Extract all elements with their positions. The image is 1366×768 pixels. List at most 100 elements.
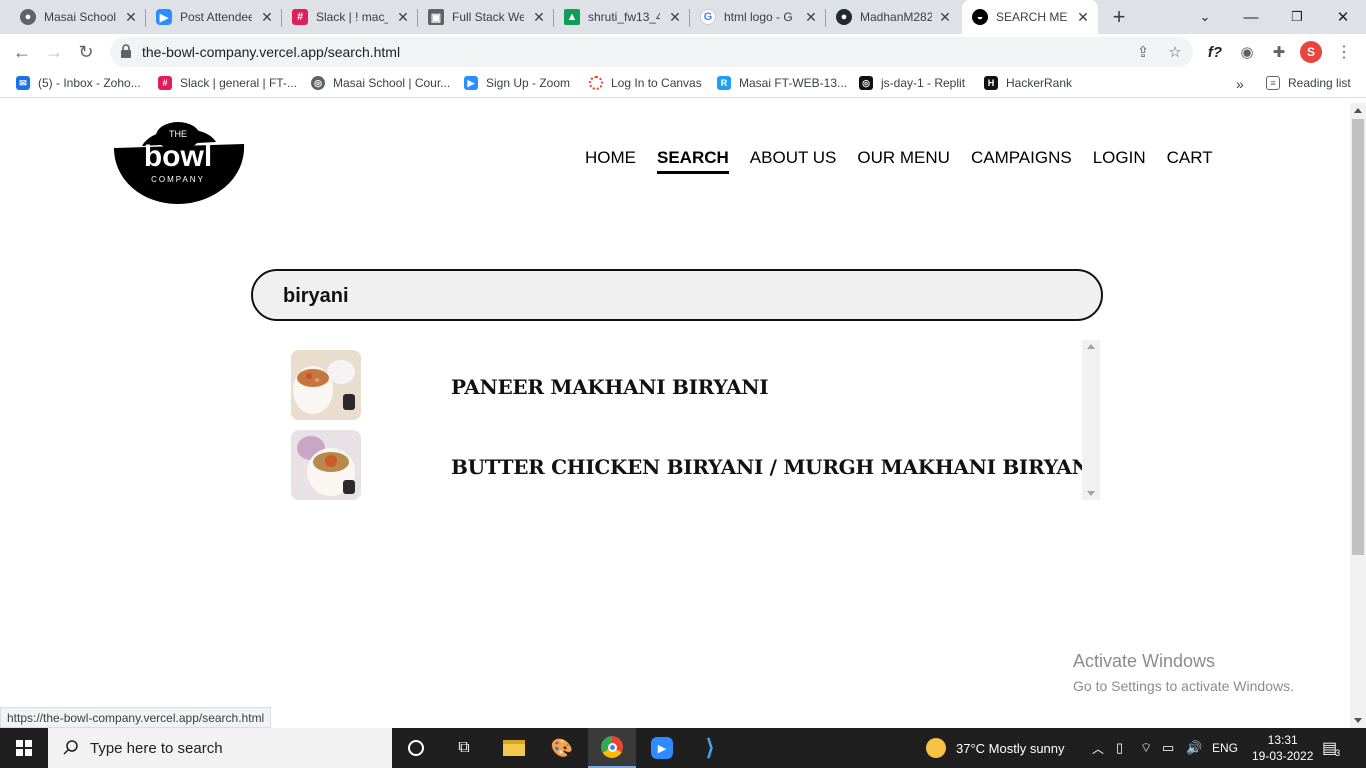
close-tab-icon[interactable]: ✕	[124, 10, 138, 24]
bookmark-star-icon[interactable]: ☆	[1164, 41, 1186, 63]
reload-button[interactable]: ↻	[72, 38, 100, 66]
tab-title: Post Attendee	[180, 10, 252, 24]
scrollbar-thumb[interactable]	[1352, 119, 1364, 555]
main-nav: HOME SEARCH ABOUT US OUR MENU CAMPAIGNS …	[585, 148, 1213, 174]
bookmark-label: Slack | general | FT-...	[180, 76, 297, 90]
zoom-icon: ▶	[464, 76, 478, 90]
search-input[interactable]	[283, 283, 1063, 309]
slack-icon: #	[158, 76, 172, 90]
logo-text-bottom: COMPANY	[151, 175, 205, 184]
search-box	[251, 269, 1103, 321]
cortana-icon[interactable]	[392, 728, 440, 768]
replit-icon: ◎	[859, 76, 873, 90]
extensions-puzzle-icon[interactable]: ✚	[1268, 41, 1290, 63]
weather-widget[interactable]: 37°C Mostly sunny	[926, 728, 1065, 768]
notification-center[interactable]: ▤ 3	[1322, 728, 1340, 768]
chrome-menu-icon[interactable]: ⋮	[1333, 41, 1355, 63]
network-icon[interactable]: ⌔	[1140, 728, 1152, 768]
masai-icon: ●	[20, 9, 36, 25]
nav-about-us[interactable]: ABOUT US	[750, 148, 837, 174]
github-icon: ●	[836, 9, 852, 25]
browser-tab[interactable]: ● MadhanM282 ✕	[826, 0, 960, 34]
restore-button[interactable]: ❐	[1274, 0, 1320, 34]
tab-title: Full Stack Web	[452, 10, 524, 24]
watermark-title: Activate Windows	[1073, 651, 1216, 671]
profile-avatar[interactable]: S	[1300, 41, 1322, 63]
minimize-button[interactable]: —	[1228, 0, 1274, 34]
browser-tab[interactable]: ▣ Full Stack Web ✕	[418, 0, 554, 34]
nav-search[interactable]: SEARCH	[657, 148, 729, 174]
meet-now-icon[interactable]: ▯	[1116, 728, 1123, 768]
bookmark-label: Masai School | Cour...	[333, 76, 451, 90]
close-tab-icon[interactable]: ✕	[260, 10, 274, 24]
nav-our-menu[interactable]: OUR MENU	[857, 148, 950, 174]
windows-taskbar: Type here to search ⧉ 🎨 ▶ ⟩ 37°C Mostly …	[0, 728, 1366, 768]
battery-icon[interactable]: ▭	[1162, 728, 1174, 768]
scroll-up-arrow-icon[interactable]	[1354, 108, 1362, 113]
result-item[interactable]: BUTTER CHICKEN BIRYANI / MURGH MAKHANI B…	[283, 420, 1099, 500]
bookmark-item[interactable]: Log In to Canvas	[589, 76, 702, 90]
more-bookmarks-button[interactable]: »	[1236, 76, 1244, 92]
tab-search-icon[interactable]: ⌄	[1182, 0, 1228, 34]
bookmark-item[interactable]: ◎ Masai School | Cour...	[311, 76, 450, 90]
bookmark-item[interactable]: ✉ (5) - Inbox - Zoho...	[16, 76, 141, 90]
nav-cart[interactable]: CART	[1167, 148, 1213, 174]
activate-windows-watermark: Activate Windows Go to Settings to activ…	[1073, 651, 1294, 694]
bookmark-label: (5) - Inbox - Zoho...	[38, 76, 141, 90]
volume-icon[interactable]: 🔊	[1186, 728, 1202, 768]
close-tab-icon[interactable]: ✕	[396, 10, 410, 24]
chrome-taskbar-icon[interactable]	[588, 728, 636, 768]
bowl-company-logo[interactable]: THE bowl COMPANY	[112, 120, 246, 204]
reading-list-label: Reading list	[1288, 76, 1351, 90]
browser-tab[interactable]: ▲ shruti_fw13_4 ✕	[554, 0, 690, 34]
page-scrollbar[interactable]	[1350, 103, 1366, 728]
scroll-down-arrow-icon[interactable]	[1354, 718, 1362, 723]
task-view-icon[interactable]: ⧉	[440, 728, 488, 768]
show-hidden-icons[interactable]: ︿	[1092, 728, 1104, 768]
close-tab-icon[interactable]: ✕	[804, 10, 818, 24]
reading-list-icon: ≡	[1266, 76, 1280, 90]
share-icon[interactable]: ⇪	[1132, 41, 1154, 63]
address-bar[interactable]: the-bowl-company.vercel.app/search.html …	[110, 37, 1193, 67]
search-results: PANEER MAKHANI BIRYANI BUTTER CHICKEN BI…	[283, 340, 1100, 501]
logo-text-top: THE	[169, 129, 187, 139]
browser-tab-active[interactable]: ◒ SEARCH MENU ✕	[962, 0, 1098, 34]
scroll-up-arrow-icon[interactable]	[1087, 344, 1095, 349]
start-button[interactable]	[0, 728, 48, 768]
close-window-button[interactable]: ✕	[1320, 0, 1366, 34]
bookmark-item[interactable]: ▶ Sign Up - Zoom	[464, 76, 570, 90]
taskbar-search-placeholder: Type here to search	[90, 739, 223, 757]
browser-tab[interactable]: ● Masai School ✕	[0, 0, 146, 34]
back-button[interactable]: ←	[8, 38, 36, 66]
file-explorer-icon[interactable]	[490, 728, 538, 768]
results-scrollbar[interactable]	[1082, 340, 1100, 500]
reading-list-button[interactable]: ≡ Reading list	[1266, 76, 1351, 90]
scroll-down-arrow-icon[interactable]	[1087, 491, 1095, 496]
bookmark-item[interactable]: H HackerRank	[984, 76, 1072, 90]
browser-tab[interactable]: # Slack | ! mac_ ✕	[282, 0, 418, 34]
forward-button[interactable]: →	[40, 38, 68, 66]
taskbar-search[interactable]: Type here to search	[48, 728, 392, 768]
result-item[interactable]: PANEER MAKHANI BIRYANI	[283, 340, 1083, 420]
nav-campaigns[interactable]: CAMPAIGNS	[971, 148, 1072, 174]
paint-icon[interactable]: 🎨	[538, 728, 586, 768]
clock[interactable]: 13:31 19-03-2022	[1252, 728, 1313, 768]
bookmark-item[interactable]: ◎ js-day-1 - Replit	[859, 76, 965, 90]
browser-tab[interactable]: ▶ Post Attendee ✕	[146, 0, 282, 34]
close-tab-icon[interactable]: ✕	[938, 10, 952, 24]
nav-login[interactable]: LOGIN	[1093, 148, 1146, 174]
nav-home[interactable]: HOME	[585, 148, 636, 174]
zoom-taskbar-icon[interactable]: ▶	[638, 728, 686, 768]
language-indicator[interactable]: ENG	[1212, 728, 1238, 768]
close-tab-icon[interactable]: ✕	[532, 10, 546, 24]
record-extension-icon[interactable]: ◉	[1236, 41, 1258, 63]
vscode-icon[interactable]: ⟩	[686, 728, 734, 768]
close-tab-icon[interactable]: ✕	[668, 10, 682, 24]
clock-time: 13:31	[1267, 733, 1298, 747]
bookmark-item[interactable]: R Masai FT-WEB-13...	[717, 76, 847, 90]
bookmark-item[interactable]: # Slack | general | FT-...	[158, 76, 297, 90]
close-tab-icon[interactable]: ✕	[1076, 10, 1090, 24]
formula-extension-icon[interactable]: f?	[1204, 41, 1226, 63]
browser-tab[interactable]: G html logo - G ✕	[690, 0, 826, 34]
new-tab-button[interactable]: +	[1108, 4, 1130, 30]
